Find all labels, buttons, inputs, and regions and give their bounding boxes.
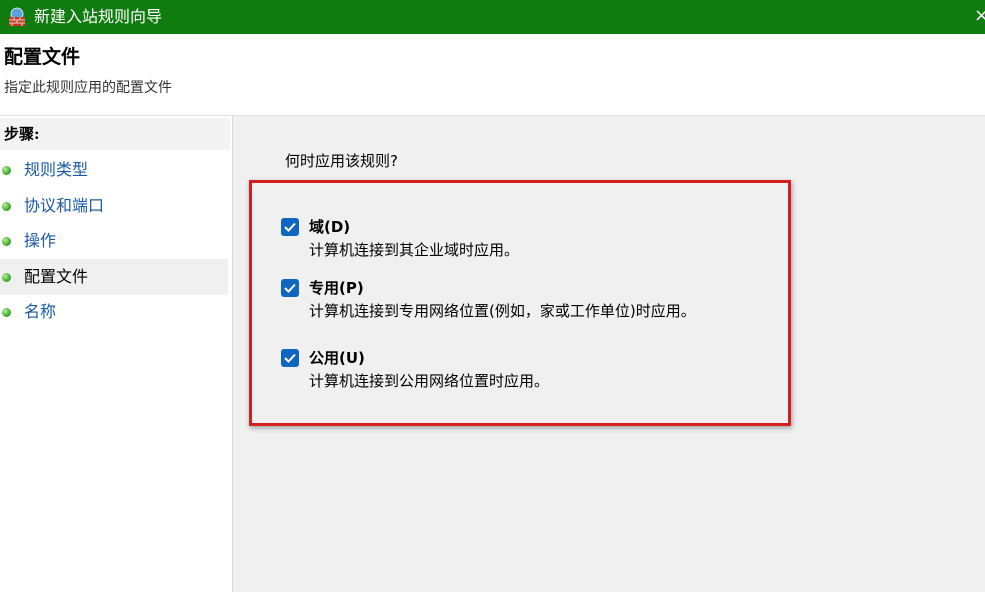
- option-public: 公用(U) 计算机连接到公用网络位置时应用。: [281, 347, 781, 391]
- option-domain: 域(D) 计算机连接到其企业域时应用。: [281, 216, 781, 260]
- step-label: 协议和端口: [24, 196, 105, 215]
- page-subtitle: 指定此规则应用的配置文件: [4, 80, 172, 96]
- step-label: 名称: [24, 302, 57, 321]
- step-profile[interactable]: 配置文件: [0, 259, 228, 295]
- steps-panel: 步骤: 规则类型 协议和端口 操作 配置文件 名称: [0, 116, 232, 592]
- option-description: 计算机连接到其企业域时应用。: [309, 241, 520, 259]
- question-label: 何时应用该规则?: [285, 152, 398, 170]
- page-header: 配置文件 指定此规则应用的配置文件: [0, 34, 985, 116]
- option-private: 专用(P) 计算机连接到专用网络位置(例如，家或工作单位)时应用。: [281, 277, 781, 321]
- checkmark-icon: [284, 283, 296, 293]
- main-panel: 何时应用该规则? 域(D) 计算机连接到其企业域时应用。 专用(P) 计算机连接…: [232, 116, 985, 592]
- close-icon[interactable]: ×: [974, 4, 985, 28]
- option-description: 计算机连接到专用网络位置(例如，家或工作单位)时应用。: [309, 302, 696, 320]
- step-name[interactable]: 名称: [0, 294, 228, 330]
- step-label: 配置文件: [24, 267, 89, 286]
- step-protocol-ports[interactable]: 协议和端口: [0, 188, 228, 224]
- private-checkbox[interactable]: [281, 279, 299, 297]
- checkmark-icon: [284, 222, 296, 232]
- option-description: 计算机连接到公用网络位置时应用。: [309, 372, 550, 390]
- step-rule-type[interactable]: 规则类型: [0, 152, 228, 188]
- option-label: 公用(U): [309, 349, 365, 367]
- step-label: 规则类型: [24, 160, 89, 179]
- step-action[interactable]: 操作: [0, 223, 228, 259]
- step-status-icon: [2, 202, 11, 211]
- page-title: 配置文件: [4, 46, 81, 68]
- step-status-icon: [2, 308, 11, 317]
- step-status-icon: [2, 166, 11, 175]
- step-status-icon: [2, 273, 11, 282]
- firewall-icon: [6, 6, 28, 28]
- option-label: 域(D): [309, 218, 351, 236]
- public-checkbox[interactable]: [281, 349, 299, 367]
- domain-checkbox[interactable]: [281, 218, 299, 236]
- checkmark-icon: [284, 353, 296, 363]
- step-label: 操作: [24, 231, 57, 250]
- option-label: 专用(P): [309, 279, 364, 297]
- steps-heading: 步骤:: [0, 118, 230, 150]
- title-bar: 新建入站规则向导 ×: [0, 0, 985, 34]
- window-title: 新建入站规则向导: [34, 7, 163, 26]
- step-status-icon: [2, 237, 11, 246]
